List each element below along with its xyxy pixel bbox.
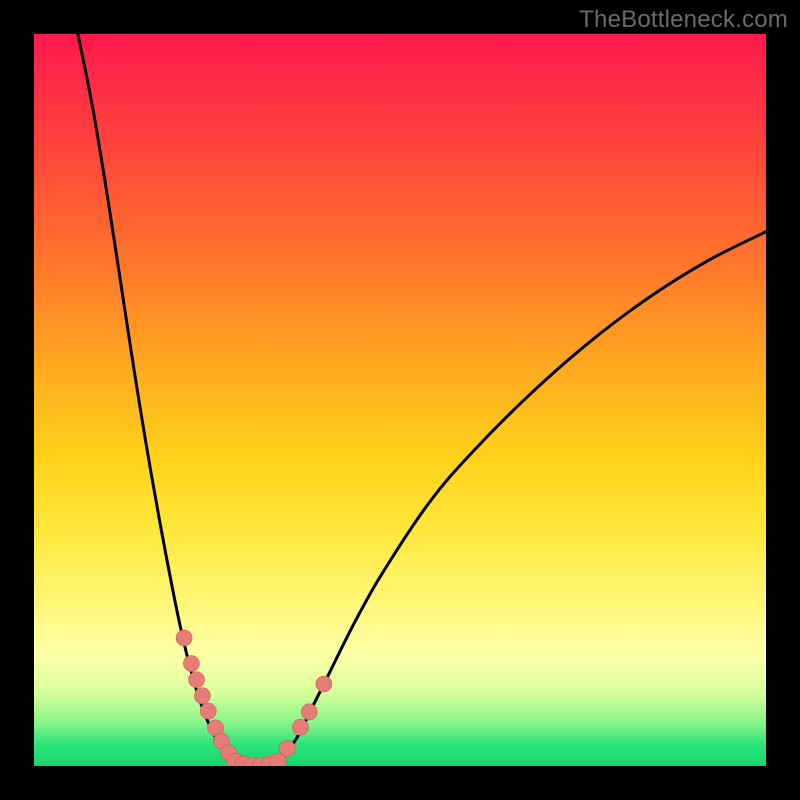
chart-svg bbox=[34, 34, 766, 766]
watermark-text: TheBottleneck.com bbox=[579, 6, 788, 34]
marker-dot bbox=[292, 719, 308, 735]
series-left-curve bbox=[78, 34, 239, 766]
marker-dot bbox=[189, 672, 205, 688]
marker-dot bbox=[183, 656, 199, 672]
marker-dot bbox=[301, 704, 317, 720]
series-right-curve bbox=[276, 232, 766, 766]
marker-dot bbox=[176, 630, 192, 646]
marker-dot bbox=[194, 688, 210, 704]
plot-area bbox=[34, 34, 766, 766]
marker-dot bbox=[200, 703, 216, 719]
curves-group bbox=[78, 34, 766, 766]
marker-dot bbox=[316, 676, 332, 692]
outer-frame: TheBottleneck.com bbox=[0, 0, 800, 800]
markers-group bbox=[176, 630, 332, 766]
